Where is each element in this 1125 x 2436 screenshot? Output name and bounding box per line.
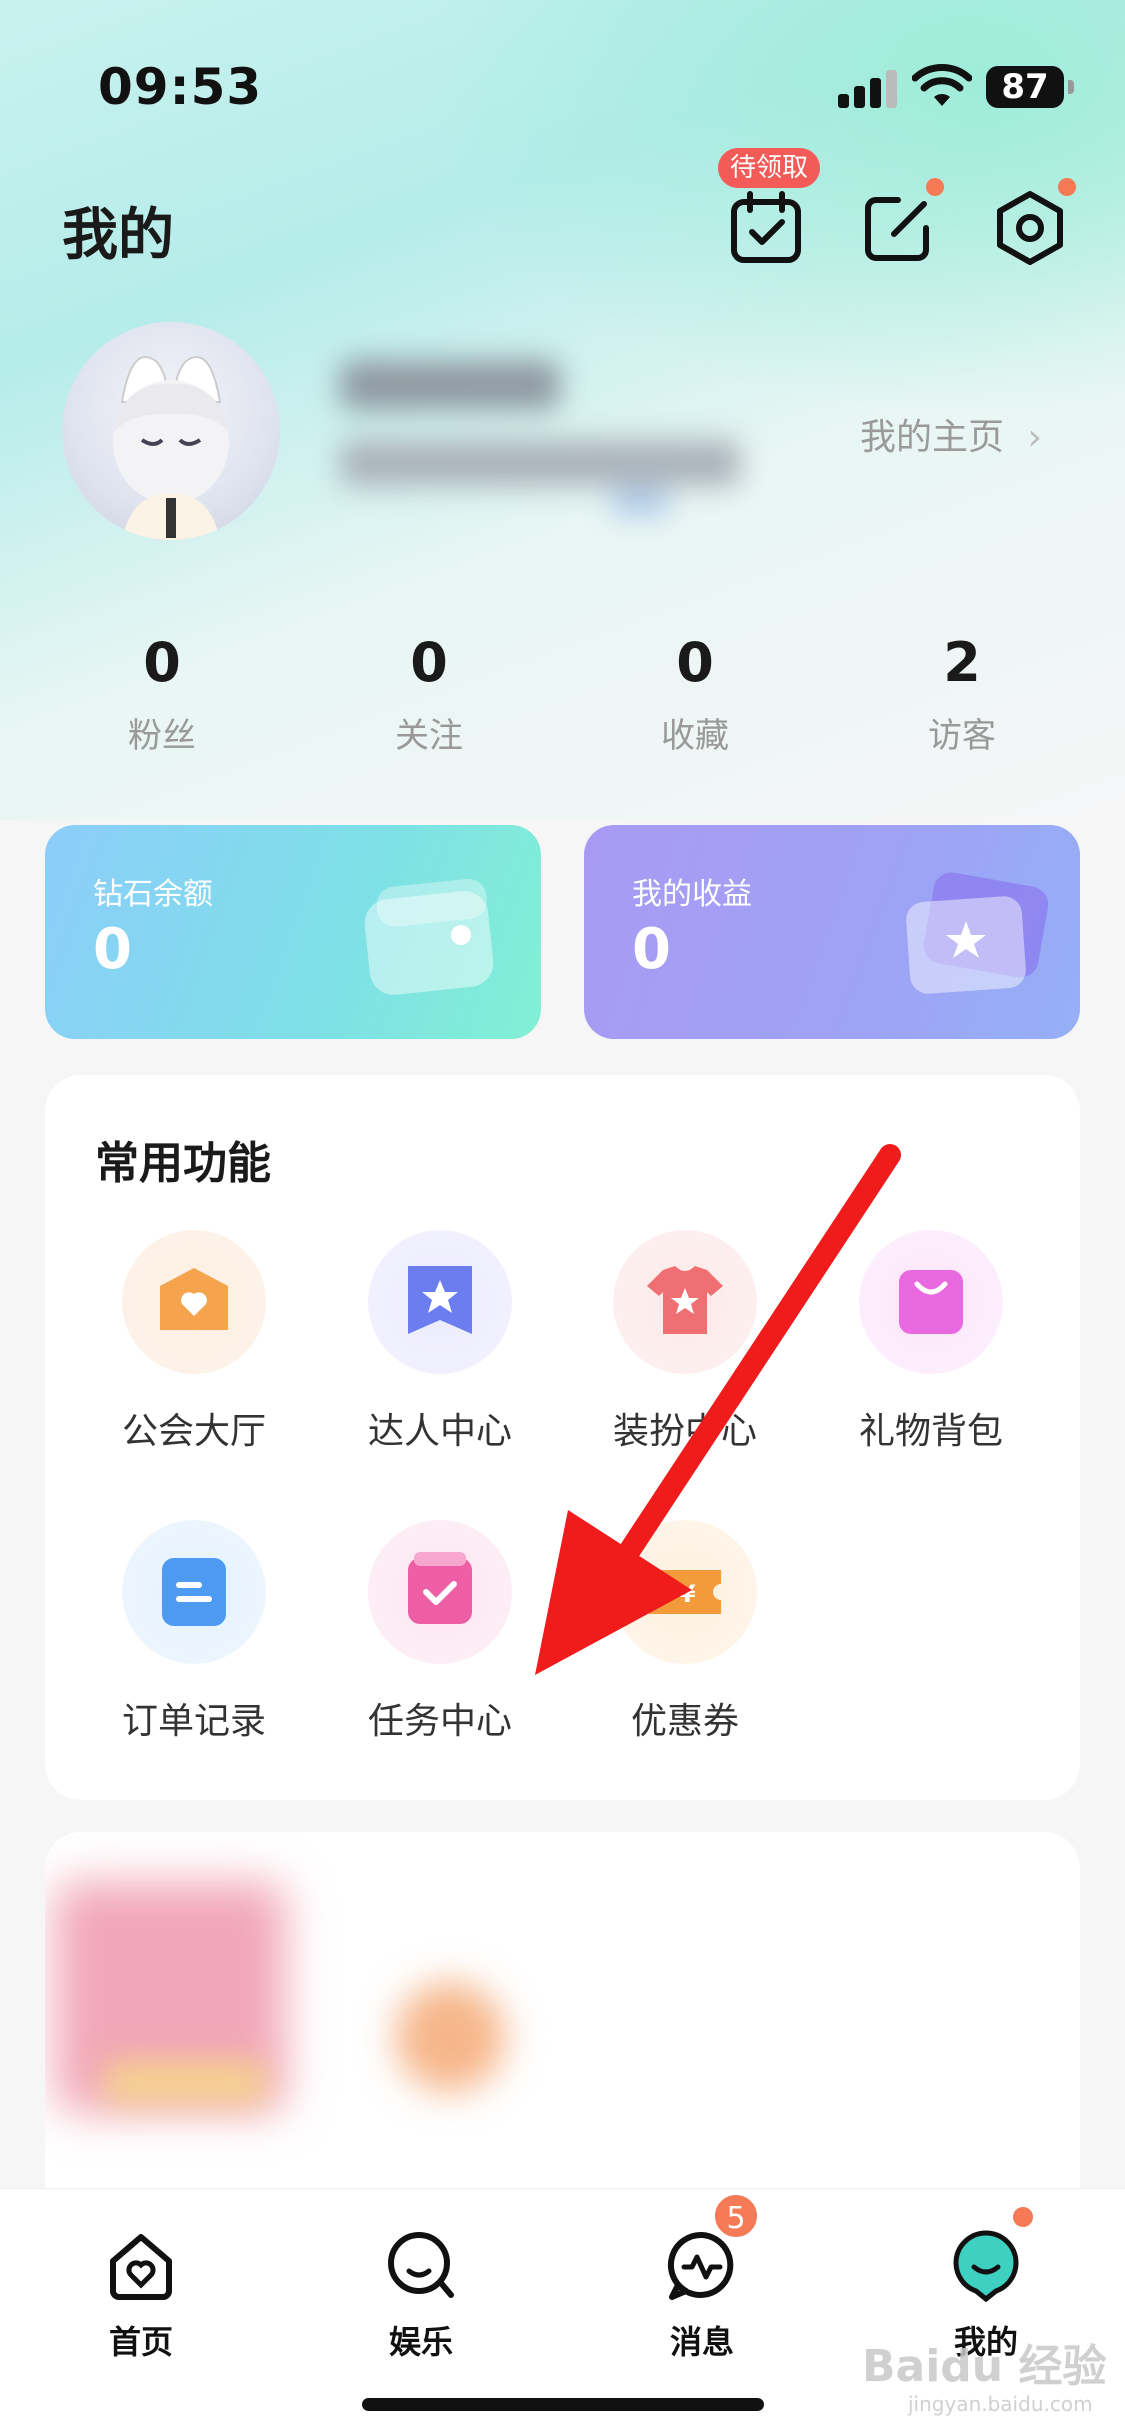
card-title: 我的收益 — [632, 877, 752, 912]
stat-value: 0 — [410, 631, 448, 694]
star-card-icon — [906, 872, 1049, 994]
feature-label: 礼物背包 — [858, 1411, 1003, 1452]
wallet-icon — [364, 878, 494, 995]
edit-notification-dot — [926, 178, 944, 196]
card-value: 0 — [93, 917, 132, 982]
stat-favorites[interactable]: 0 收藏 — [605, 630, 785, 757]
feature-coupons[interactable]: ¥ 优惠券 — [585, 1520, 785, 1744]
tshirt-icon — [613, 1230, 757, 1374]
feature-dressup-center[interactable]: 装扮中心 — [585, 1230, 785, 1454]
svg-text:¥: ¥ — [679, 1580, 696, 1608]
tab-messages[interactable]: 消息 — [622, 2227, 782, 2363]
my-income-card[interactable]: 我的收益 0 — [584, 825, 1080, 1039]
profile-info — [330, 350, 790, 530]
stat-value: 2 — [943, 631, 981, 694]
home-indicator — [362, 2398, 764, 2411]
tab-home[interactable]: 首页 — [61, 2227, 221, 2363]
status-time: 09:53 — [98, 58, 263, 116]
common-features-panel: 常用功能 公会大厅 达人中心 装扮中心 礼物背包 订单记录 任务中心 ¥ 优惠券 — [45, 1075, 1080, 1800]
card-title: 钻石余额 — [93, 877, 213, 912]
page-title: 我的 — [62, 203, 174, 268]
feature-gift-backpack[interactable]: 礼物背包 — [831, 1230, 1031, 1454]
feature-label: 任务中心 — [367, 1701, 512, 1742]
tab-entertainment[interactable]: 娱乐 — [341, 2227, 501, 2363]
settings-notification-dot — [1058, 178, 1076, 196]
status-bar: 09:53 87 — [0, 0, 1125, 180]
feature-label: 达人中心 — [367, 1411, 512, 1452]
feature-label: 订单记录 — [121, 1701, 266, 1742]
settings-icon[interactable] — [990, 188, 1070, 268]
message-count-badge: 5 — [712, 2192, 760, 2240]
stat-followers[interactable]: 0 粉丝 — [72, 630, 252, 757]
stat-value: 0 — [676, 631, 714, 694]
feature-label: 装扮中心 — [612, 1411, 757, 1452]
gift-bag-icon — [859, 1230, 1003, 1374]
diamond-balance-card[interactable]: 钻石余额 0 — [45, 825, 541, 1039]
entertainment-icon — [388, 2232, 454, 2298]
watermark: Baidu 经验 — [862, 2341, 1107, 2392]
stat-value: 0 — [143, 631, 181, 694]
wifi-icon — [912, 64, 972, 106]
my-homepage-link[interactable]: 我的主页 › — [860, 408, 1042, 460]
order-list-icon — [122, 1520, 266, 1664]
avatar[interactable] — [62, 322, 280, 540]
feature-label: 公会大厅 — [121, 1411, 266, 1452]
edit-icon[interactable] — [858, 188, 938, 268]
feature-guild-hall[interactable]: 公会大厅 — [94, 1230, 294, 1454]
star-ribbon-icon — [368, 1230, 512, 1374]
home-icon — [110, 2234, 172, 2300]
card-value: 0 — [632, 917, 671, 982]
stat-label: 收藏 — [661, 716, 729, 756]
battery-indicator: 87 — [986, 66, 1074, 108]
stat-visitors[interactable]: 2 访客 — [872, 630, 1052, 757]
cellular-signal-icon — [838, 68, 898, 108]
chevron-right-icon: › — [1027, 417, 1042, 458]
stat-label: 关注 — [395, 716, 463, 756]
stat-label: 访客 — [928, 716, 996, 756]
coupon-icon: ¥ — [613, 1520, 757, 1664]
stat-following[interactable]: 0 关注 — [339, 630, 519, 757]
feature-task-center[interactable]: 任务中心 — [340, 1520, 540, 1744]
feature-order-records[interactable]: 订单记录 — [94, 1520, 294, 1744]
feature-label: 优惠券 — [630, 1701, 739, 1742]
calendar-check-icon[interactable] — [726, 188, 806, 268]
profile-icon — [953, 2230, 1019, 2303]
tab-label: 首页 — [108, 2323, 173, 2361]
watermark-url: jingyan.baidu.com — [908, 2392, 1093, 2416]
tab-label: 消息 — [669, 2323, 734, 2361]
tab-label: 娱乐 — [388, 2323, 453, 2361]
checkin-badge: 待领取 — [718, 148, 821, 188]
mine-notification-dot — [1010, 2204, 1036, 2230]
heart-house-icon — [122, 1230, 266, 1374]
feature-influencer-center[interactable]: 达人中心 — [340, 1230, 540, 1454]
section-title: 常用功能 — [95, 1138, 271, 1189]
task-check-icon — [368, 1520, 512, 1664]
stat-label: 粉丝 — [128, 716, 196, 756]
